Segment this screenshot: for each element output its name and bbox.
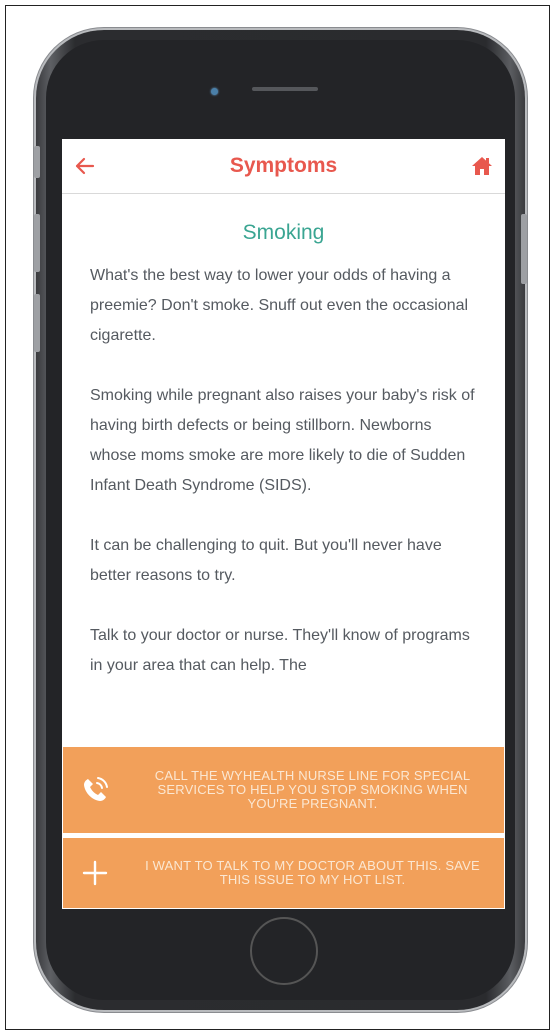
volume-up-button	[34, 214, 40, 272]
call-nurse-line-button[interactable]: CALL THE WYHEALTH NURSE LINE FOR SPECIAL…	[63, 747, 504, 833]
save-to-hot-list-button[interactable]: I WANT TO TALK TO MY DOCTOR ABOUT THIS. …	[63, 838, 504, 908]
page-title: Symptoms	[229, 154, 338, 177]
save-to-hot-list-label: I WANT TO TALK TO MY DOCTOR ABOUT THIS. …	[145, 858, 480, 887]
article-content: Smoking What's the best way to lower you…	[62, 194, 505, 749]
call-nurse-line-label: CALL THE WYHEALTH NURSE LINE FOR SPECIAL…	[154, 768, 471, 811]
article-heading: Smoking	[242, 221, 325, 244]
article-paragraph: What's the best way to lower your odds o…	[90, 267, 469, 344]
home-button[interactable]	[469, 153, 495, 179]
nav-bar: Symptoms	[62, 139, 505, 194]
app-screen: Symptoms Smoking What's the best way to …	[62, 139, 505, 909]
front-camera	[211, 88, 218, 95]
earpiece-speaker	[252, 87, 318, 91]
article-paragraph: It can be challenging to quit. But you'l…	[90, 537, 442, 584]
mute-switch	[34, 146, 40, 178]
article-paragraph: Smoking while pregnant also raises your …	[90, 387, 475, 494]
phone-home-button	[250, 917, 318, 985]
phone-icon	[77, 772, 113, 808]
article-paragraph: Talk to your doctor or nurse. They'll kn…	[90, 627, 470, 674]
volume-down-button	[34, 294, 40, 352]
home-icon	[472, 157, 492, 175]
plus-icon	[77, 855, 113, 891]
power-button	[521, 214, 527, 284]
